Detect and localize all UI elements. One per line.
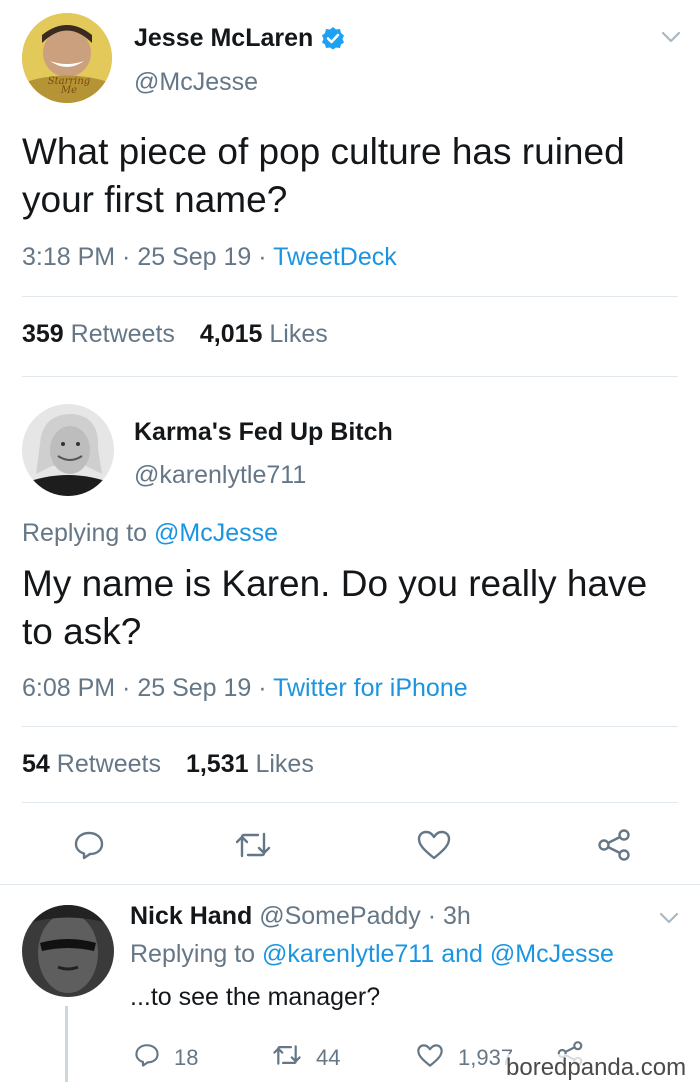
retweet-icon[interactable]	[234, 830, 272, 860]
replying-to-link[interactable]: @karenlytle711	[262, 940, 434, 968]
author-handle[interactable]: @McJesse	[134, 68, 258, 97]
tweet-age: 3h	[443, 902, 471, 930]
retweets-label: Retweets	[56, 750, 161, 778]
tweet2-meta: 6:08 PM · 25 Sep 19 · Twitter for iPhone	[22, 674, 468, 702]
author-name[interactable]: Jesse McLaren	[134, 24, 313, 53]
tweet-client[interactable]: Twitter for iPhone	[273, 674, 468, 702]
chevron-down-icon[interactable]	[660, 30, 682, 49]
author-name[interactable]: Nick Hand	[130, 902, 252, 930]
divider	[22, 296, 678, 297]
likes-label: Likes	[255, 750, 314, 778]
thread-line	[65, 1006, 68, 1082]
section-divider	[0, 884, 700, 885]
retweets-count: 54	[22, 750, 50, 778]
tweet2-stats: 54 Retweets 1,531 Likes	[22, 750, 314, 779]
avatar-jesse[interactable]: Starring Me	[22, 13, 112, 103]
likes-label: Likes	[269, 320, 328, 348]
author-handle[interactable]: @karenlytle711	[134, 461, 306, 490]
retweet-count: 44	[316, 1044, 341, 1070]
chevron-down-icon[interactable]	[658, 911, 680, 930]
reply-icon[interactable]	[73, 829, 105, 861]
replying-prefix: Replying to	[130, 940, 256, 968]
divider	[22, 726, 678, 727]
tweet-time: 6:08 PM	[22, 674, 116, 702]
watermark: boredpanda.com	[504, 1054, 689, 1082]
reply-count: 18	[174, 1044, 199, 1070]
divider	[22, 802, 678, 803]
retweet-action[interactable]: 44	[272, 1043, 340, 1072]
reply-action[interactable]: 18	[134, 1042, 198, 1073]
retweets-stat[interactable]: 359 Retweets	[22, 320, 175, 348]
likes-stat[interactable]: 1,531 Likes	[186, 750, 314, 778]
author-handle[interactable]: @SomePaddy	[259, 902, 421, 930]
author-name[interactable]: Karma's Fed Up Bitch	[134, 418, 393, 447]
tweet1-meta: 3:18 PM · 25 Sep 19 · TweetDeck	[22, 243, 397, 271]
likes-stat[interactable]: 4,015 Likes	[200, 320, 328, 348]
tweet1-text: What piece of pop culture has ruined you…	[22, 131, 625, 220]
divider	[22, 376, 678, 377]
retweets-label: Retweets	[70, 320, 175, 348]
avatar-karen[interactable]	[22, 404, 114, 496]
verified-badge-icon	[321, 26, 345, 50]
tweet-time: 3:18 PM	[22, 243, 116, 271]
tweet2-text: My name is Karen. Do you really have to …	[22, 563, 648, 652]
avatar-caption: Starring Me	[47, 76, 91, 96]
replying-to-link[interactable]: @McJesse	[154, 519, 278, 547]
tweet1-author[interactable]: Jesse McLaren	[134, 22, 345, 54]
replying-to: Replying to @karenlytle711 and @McJesse	[130, 940, 614, 969]
tweet3-text: ...to see the manager?	[130, 983, 381, 1011]
replying-and: and	[441, 940, 483, 968]
likes-count: 4,015	[199, 320, 263, 348]
likes-count: 1,531	[185, 750, 249, 778]
tweet-client[interactable]: TweetDeck	[273, 243, 397, 271]
like-heart-icon[interactable]	[416, 829, 452, 861]
retweet-icon	[272, 1043, 302, 1072]
retweets-count: 359	[22, 320, 64, 348]
retweets-stat[interactable]: 54 Retweets	[22, 750, 161, 778]
replying-to-link[interactable]: @McJesse	[490, 940, 614, 968]
tweet1-stats: 359 Retweets 4,015 Likes	[22, 320, 328, 349]
avatar-nick[interactable]	[22, 905, 114, 997]
reply-icon	[134, 1042, 160, 1073]
tweet-date: 25 Sep 19	[137, 243, 252, 271]
share-icon[interactable]	[596, 828, 632, 862]
like-heart-icon	[416, 1043, 444, 1073]
replying-to: Replying to @McJesse	[22, 519, 278, 548]
replying-prefix: Replying to	[22, 519, 148, 547]
like-action[interactable]: 1,937	[416, 1043, 513, 1073]
tweet3-header: Nick Hand @SomePaddy · 3h	[130, 902, 471, 930]
tweet-date: 25 Sep 19	[137, 674, 252, 702]
